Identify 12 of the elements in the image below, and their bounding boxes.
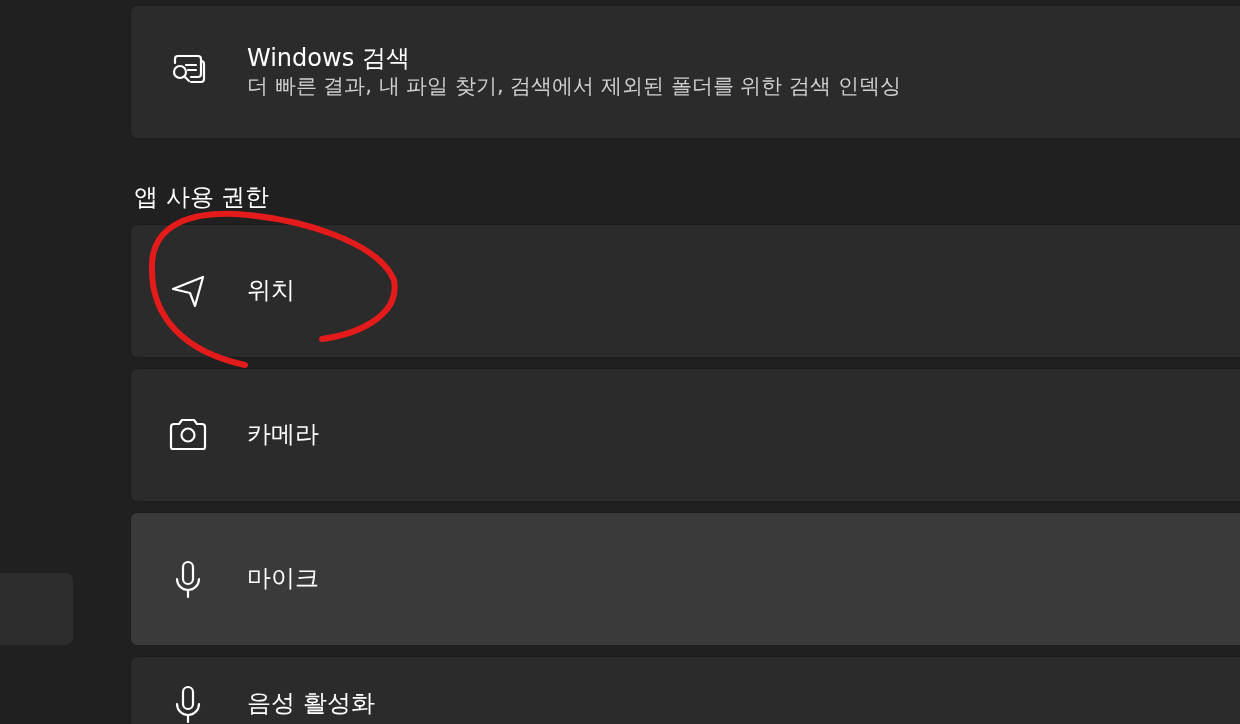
settings-card[interactable]: 마이크 xyxy=(130,511,1240,646)
card-title: Windows 검색 xyxy=(247,44,411,74)
card-title: 음성 활성화 xyxy=(247,690,375,715)
card-description: 더 빠른 결과, 내 파일 찾기, 검색에서 제외된 폴더를 위한 검색 인덱싱 xyxy=(247,73,901,100)
settings-card[interactable]: 위치 xyxy=(130,223,1240,358)
settings-card[interactable]: 카메라 xyxy=(130,367,1240,502)
settings-card[interactable]: Windows 검색 더 빠른 결과, 내 파일 찾기, 검색에서 제외된 폴더를 위한 검색 인덱싱 xyxy=(130,5,1240,139)
card-title: 카메라 xyxy=(247,420,319,450)
card-title: 마이크 xyxy=(247,564,319,594)
card-title: 위치 xyxy=(247,276,295,306)
settings-card[interactable]: 음성 활성화 xyxy=(130,655,1240,724)
section-heading: 앱 사용 권한 xyxy=(133,182,271,213)
